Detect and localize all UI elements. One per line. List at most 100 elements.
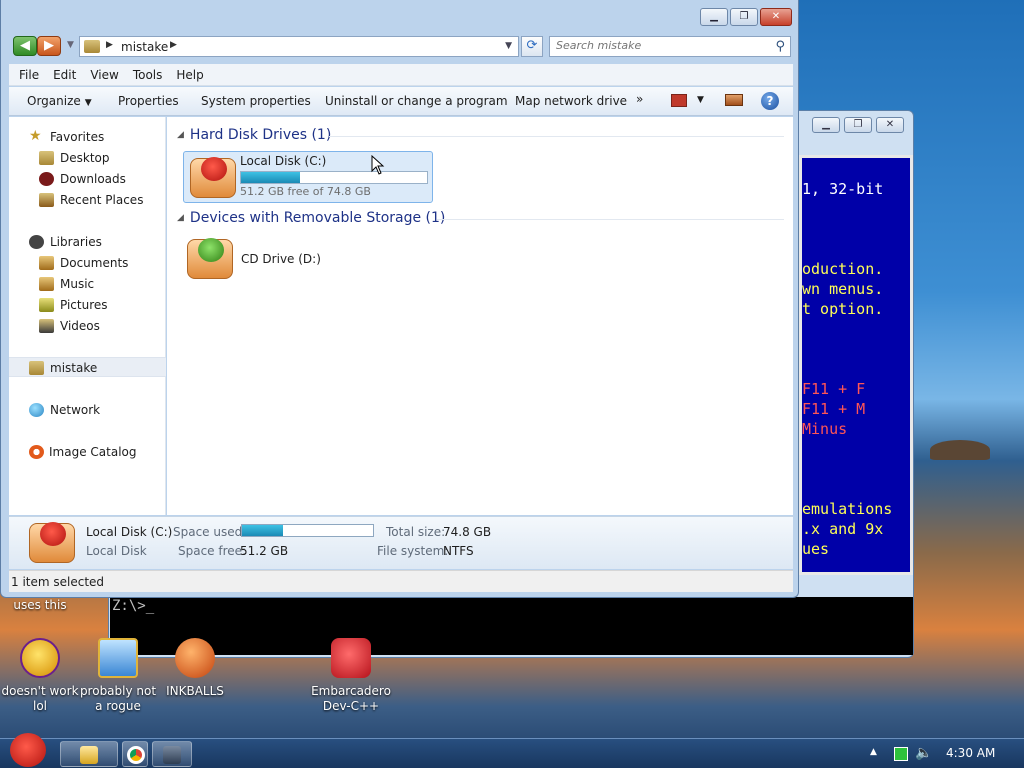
breadcrumb-chevron-icon[interactable]: ▶	[170, 40, 177, 50]
menu-view[interactable]: View	[84, 68, 126, 82]
taskbar-chrome-button[interactable]	[122, 741, 148, 767]
change-view-icon[interactable]	[671, 94, 687, 107]
chrome-icon	[127, 746, 145, 764]
nav-network[interactable]: Network	[9, 400, 166, 420]
console-line: wn menus.	[802, 280, 884, 298]
desktop-icon-label: probably not a rogue	[79, 684, 157, 713]
system-properties-button[interactable]: System properties	[201, 94, 311, 108]
nav-pictures[interactable]: Pictures	[9, 295, 166, 315]
drive-tile-d[interactable]: CD Drive (D:)	[183, 235, 363, 281]
space-free-label: Space free:	[178, 544, 247, 558]
nav-desktop[interactable]: Desktop	[9, 148, 166, 168]
nav-label: Downloads	[60, 172, 126, 186]
breadcrumb-chevron-icon[interactable]: ▶	[106, 40, 113, 50]
cd-drive-icon	[187, 238, 233, 279]
nav-image-catalog[interactable]: Image Catalog	[9, 442, 166, 462]
nav-label: Network	[50, 403, 101, 417]
breadcrumb-item[interactable]: mistake	[121, 40, 168, 54]
help-icon[interactable]: ?	[761, 92, 779, 110]
show-hidden-icons-button[interactable]: ▲	[870, 747, 877, 757]
taskbar-clock[interactable]: 4:30 AM	[946, 746, 995, 760]
explorer-window[interactable]: ▁ ❐ ✕ ◀ ▶ ▼ ▶ mistake ▶ ▼ ⟳ ⚲ File Edit …	[0, 0, 799, 598]
nav-libraries[interactable]: Libraries	[9, 232, 166, 252]
command-bar: Organize ▼ Properties System properties U…	[9, 87, 793, 116]
console-minimize-button[interactable]: ▁	[812, 117, 840, 133]
desktop-icon-inkballs[interactable]: INKBALLS	[155, 638, 235, 699]
menu-help[interactable]: Help	[170, 68, 211, 82]
desktop-rock-decoration	[930, 440, 990, 460]
desktop-icon-yahoo[interactable]: doesn't work lol	[0, 638, 80, 714]
properties-button[interactable]: Properties	[118, 94, 179, 108]
search-box[interactable]: ⚲	[549, 36, 791, 57]
more-commands-button[interactable]: »	[636, 92, 643, 106]
group-header-hard-disks[interactable]: ◢ Hard Disk Drives (1)	[177, 127, 331, 143]
yahoo-messenger-icon	[20, 638, 60, 678]
nav-label: Favorites	[50, 130, 105, 144]
search-input[interactable]	[556, 39, 766, 52]
desktop-icon-partial[interactable]: uses this	[0, 598, 80, 613]
collapse-triangle-icon: ◢	[177, 130, 184, 140]
address-dropdown-icon[interactable]: ▼	[505, 41, 512, 51]
green-pig-icon	[198, 238, 224, 262]
console-line: emulations	[802, 500, 893, 518]
navigation-bar: ◀ ▶ ▼ ▶ mistake ▶ ▼ ⟳ ⚲	[9, 34, 793, 58]
back-arrow-icon: ◀	[20, 38, 30, 53]
nav-favorites[interactable]: ★ Favorites	[9, 127, 166, 147]
back-button[interactable]: ◀	[13, 36, 37, 56]
map-network-drive-button[interactable]: Map network drive	[515, 94, 627, 108]
preview-pane-icon[interactable]	[725, 94, 743, 106]
nav-documents[interactable]: Documents	[9, 253, 166, 273]
group-title: Devices with Removable Storage (1)	[189, 210, 446, 226]
mouse-pointer-icon	[371, 155, 385, 175]
search-icon[interactable]: ⚲	[775, 39, 785, 54]
organize-button[interactable]: Organize ▼	[27, 94, 92, 108]
libraries-icon	[29, 235, 44, 249]
uninstall-program-button[interactable]: Uninstall or change a program	[325, 94, 508, 108]
menu-tools[interactable]: Tools	[127, 68, 171, 82]
console-line: 1, 32-bit	[802, 180, 884, 198]
refresh-button[interactable]: ⟳	[521, 36, 543, 57]
console-caption-buttons: ▁ ❐ ✕	[810, 113, 910, 135]
taskbar-explorer-button[interactable]	[60, 741, 118, 767]
minimize-button[interactable]: ▁	[700, 8, 728, 26]
recent-pages-chevron-icon[interactable]: ▼	[67, 40, 74, 50]
group-divider	[437, 219, 784, 220]
desktop-folder-icon	[39, 151, 54, 165]
console-maximize-button[interactable]: ❐	[844, 117, 872, 133]
nav-label: Pictures	[60, 298, 108, 312]
file-system-label: File system:	[377, 544, 449, 558]
volume-icon[interactable]: 🔈	[915, 745, 932, 761]
nav-videos[interactable]: Videos	[9, 316, 166, 336]
taskbar-dosbox-button[interactable]	[152, 741, 192, 767]
nav-downloads[interactable]: Downloads	[9, 169, 166, 189]
desktop-icon-rogue[interactable]: probably not a rogue	[78, 638, 158, 714]
angry-bird-drive-icon	[190, 157, 236, 198]
nav-music[interactable]: Music	[9, 274, 166, 294]
drive-tile-c[interactable]: Local Disk (C:) 51.2 GB free of 74.8 GB	[183, 151, 433, 203]
file-system-value: NTFS	[443, 544, 474, 558]
nav-label: Libraries	[50, 235, 102, 249]
forward-button[interactable]: ▶	[37, 36, 61, 56]
view-options-chevron-icon[interactable]: ▼	[697, 95, 704, 105]
console-line: t option.	[802, 300, 884, 318]
start-button[interactable]	[6, 733, 50, 768]
computer-icon	[29, 361, 44, 375]
nav-label: Image Catalog	[49, 445, 137, 459]
desktop-icon-devcpp[interactable]: Embarcadero Dev-C++	[311, 638, 391, 714]
space-used-fill	[242, 525, 284, 536]
close-button[interactable]: ✕	[760, 8, 792, 26]
explorer-folder-icon	[80, 746, 98, 764]
favorites-star-icon: ★	[29, 128, 42, 144]
drive-free-space: 51.2 GB free of 74.8 GB	[240, 185, 371, 198]
console-close-button[interactable]: ✕	[876, 117, 904, 133]
menu-file[interactable]: File	[13, 68, 47, 82]
network-tray-icon[interactable]	[894, 747, 908, 761]
nav-recent-places[interactable]: Recent Places	[9, 190, 166, 210]
maximize-button[interactable]: ❐	[730, 8, 758, 26]
group-header-removable[interactable]: ◢ Devices with Removable Storage (1)	[177, 210, 445, 226]
menu-edit[interactable]: Edit	[47, 68, 84, 82]
address-bar[interactable]: ▶ mistake ▶ ▼	[79, 36, 519, 57]
console-line: .x and 9x	[802, 520, 884, 538]
console-screen: 1, 32-bit oduction. wn menus. t option. …	[799, 155, 913, 575]
nav-computer[interactable]: mistake	[9, 357, 166, 377]
